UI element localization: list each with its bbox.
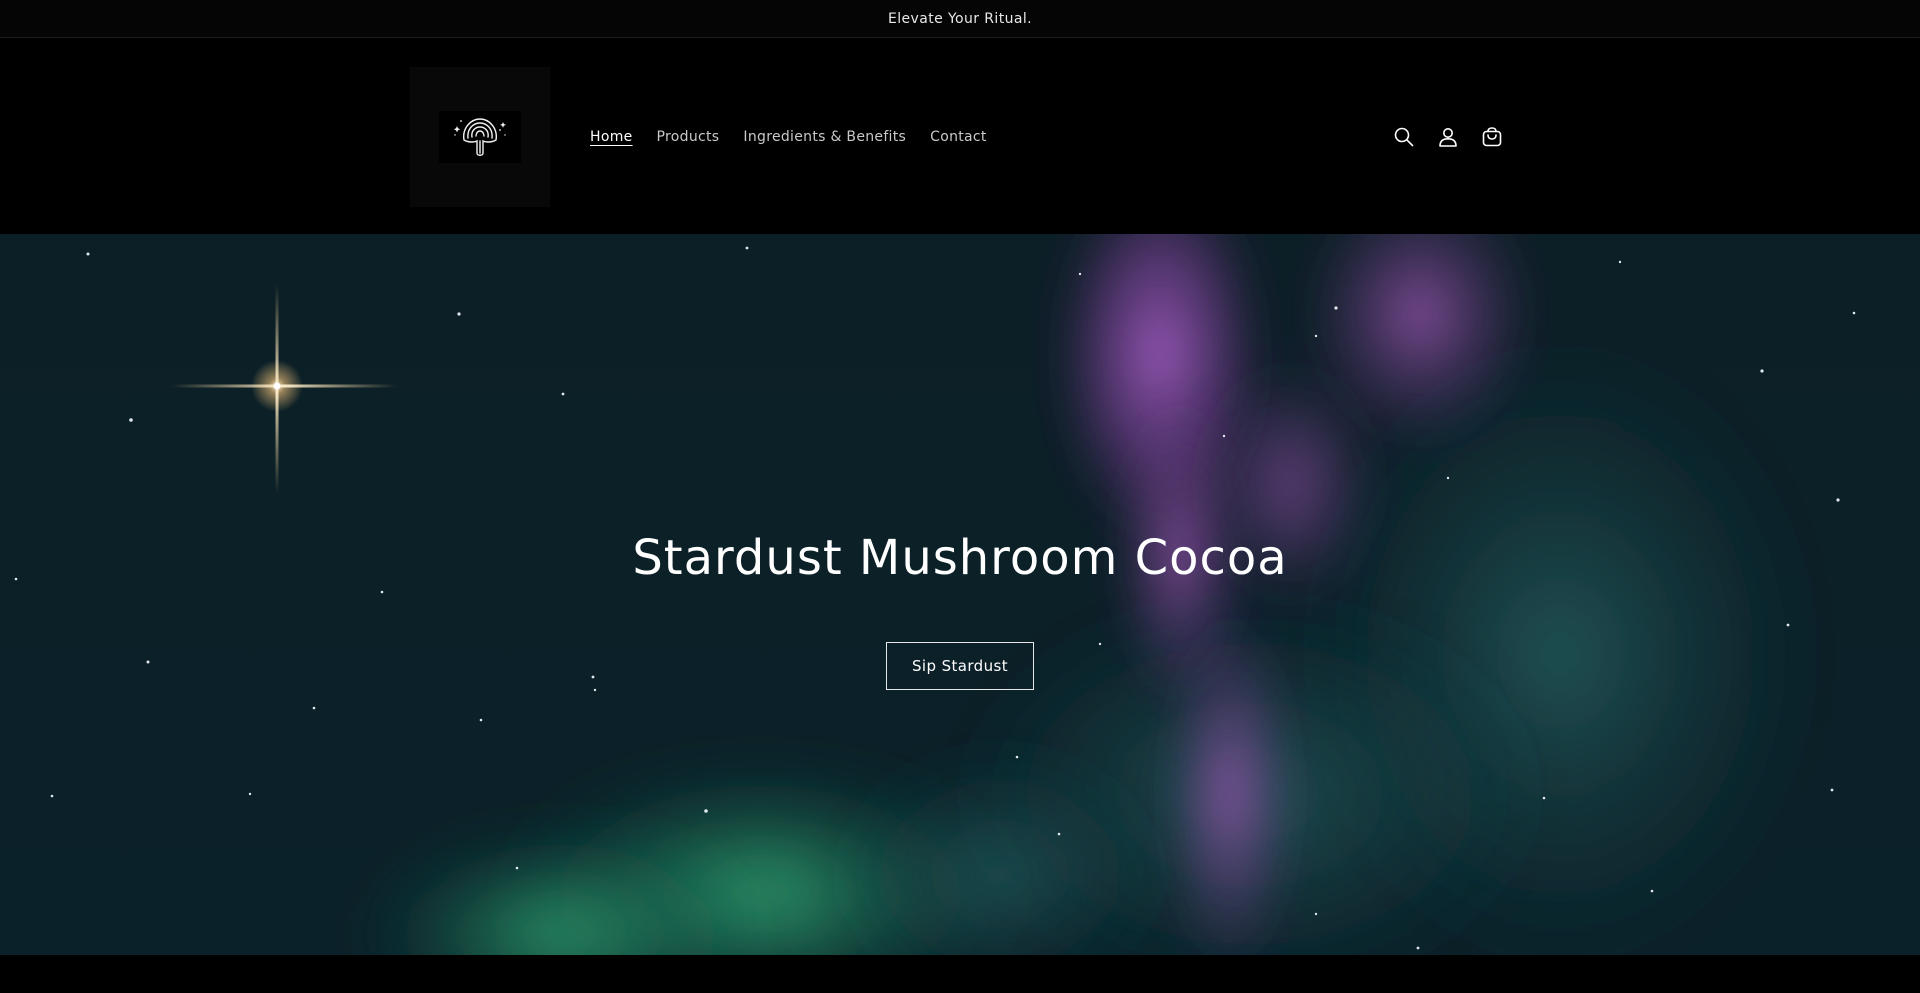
cart-icon [1482, 126, 1502, 146]
page-bottom-strip [0, 955, 1920, 993]
sip-stardust-button[interactable]: Sip Stardust [886, 642, 1034, 691]
nav-item-contact[interactable]: Contact [918, 121, 999, 153]
main-nav: Home Products Ingredients & Benefits Con… [578, 39, 999, 234]
announcement-bar: Elevate Your Ritual. [0, 0, 1920, 38]
nav-item-ingredients-benefits[interactable]: Ingredients & Benefits [731, 121, 918, 153]
cart-button[interactable] [1470, 115, 1514, 159]
announcement-text: Elevate Your Ritual. [887, 10, 1032, 27]
account-icon [1439, 127, 1457, 147]
hero-banner: Stardust Mushroom Cocoa Sip Stardust [0, 234, 1920, 955]
search-icon [1394, 127, 1414, 146]
header-icons [1382, 39, 1514, 234]
account-button[interactable] [1426, 115, 1470, 159]
site-header: Home Products Ingredients & Benefits Con… [0, 39, 1920, 234]
logo-link[interactable] [410, 67, 550, 207]
search-button[interactable] [1382, 115, 1426, 159]
mushroom-icon [453, 118, 506, 156]
nav-item-home[interactable]: Home [578, 121, 645, 153]
nav-item-products[interactable]: Products [645, 121, 732, 153]
hero-content: Stardust Mushroom Cocoa Sip Stardust [0, 234, 1920, 955]
logo [439, 111, 521, 163]
hero-title: Stardust Mushroom Cocoa [632, 530, 1288, 586]
